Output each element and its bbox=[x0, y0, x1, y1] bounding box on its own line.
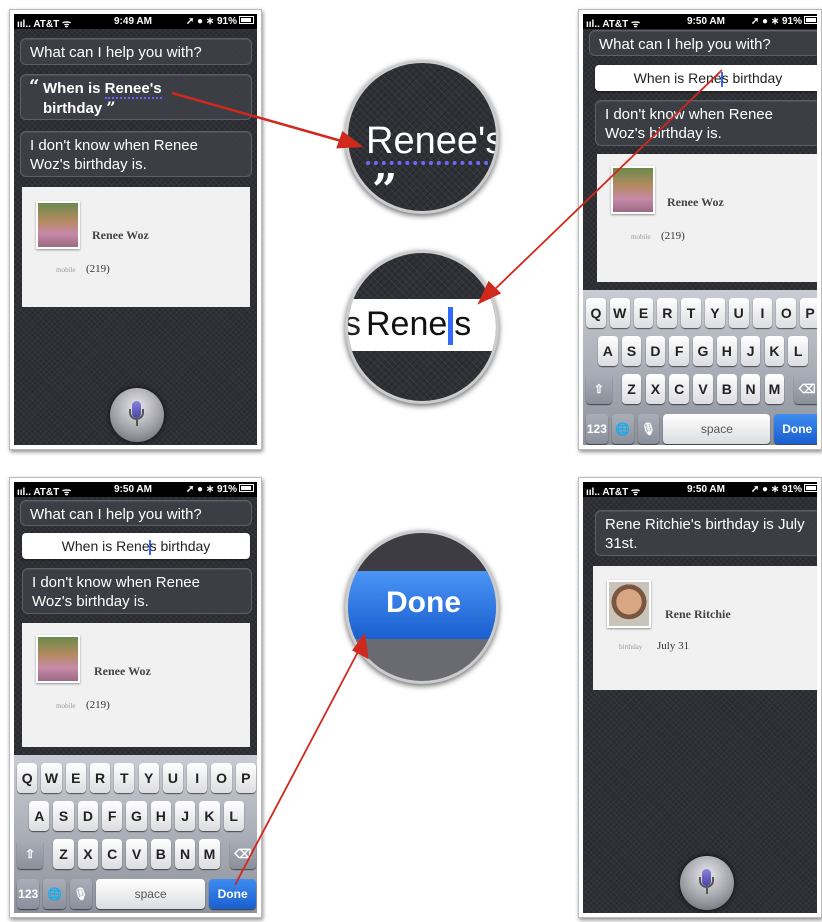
arrowhead-rene bbox=[477, 280, 502, 305]
arrowhead-renee bbox=[336, 130, 364, 149]
arrow-to-renee-lens bbox=[171, 91, 346, 144]
arrow-to-rene-lens bbox=[491, 69, 723, 293]
annotation-arrows bbox=[171, 69, 723, 886]
arrow-to-done-lens bbox=[234, 647, 361, 886]
